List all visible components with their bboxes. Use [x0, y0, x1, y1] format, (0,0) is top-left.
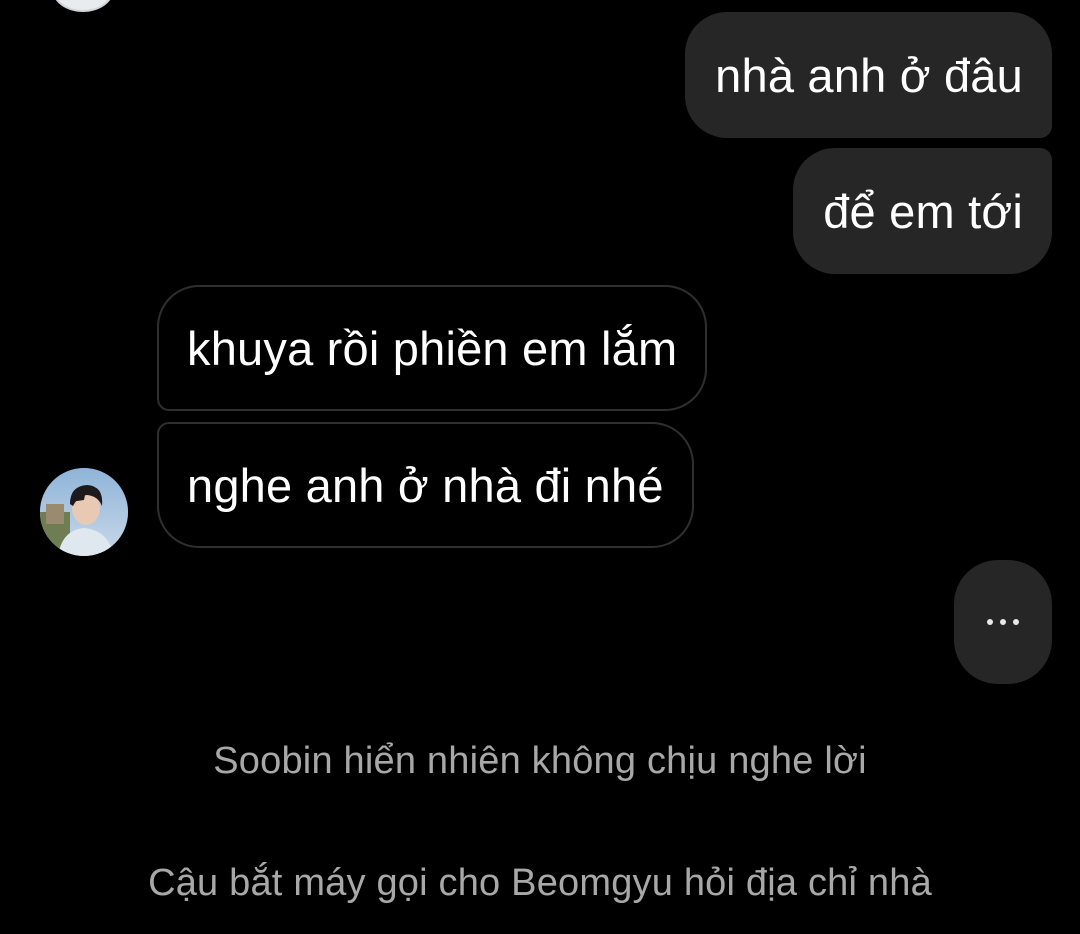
message-text: nhà anh ở đâu: [715, 48, 1023, 102]
previous-avatar: [52, 0, 114, 12]
message-bubble-sent[interactable]: để em tới: [793, 148, 1052, 274]
typing-dot: [1000, 619, 1006, 625]
typing-dot: [1013, 619, 1019, 625]
message-bubble-received[interactable]: nghe anh ở nhà đi nhé: [157, 422, 694, 548]
narration-line: Cậu bắt máy gọi cho Beomgyu hỏi địa chỉ …: [148, 862, 932, 904]
message-bubble-sent[interactable]: nhà anh ở đâu: [685, 12, 1052, 138]
message-text: để em tới: [823, 184, 1023, 238]
typing-indicator: [954, 560, 1052, 684]
contact-avatar[interactable]: [40, 468, 128, 556]
message-text: nghe anh ở nhà đi nhé: [187, 458, 664, 512]
message-bubble-received[interactable]: khuya rồi phiền em lắm: [157, 285, 708, 411]
avatar-photo-icon: [40, 468, 128, 556]
narration-line: Soobin hiển nhiên không chịu nghe lời: [213, 740, 867, 782]
message-text: khuya rồi phiền em lắm: [187, 321, 678, 375]
typing-dot: [987, 619, 993, 625]
